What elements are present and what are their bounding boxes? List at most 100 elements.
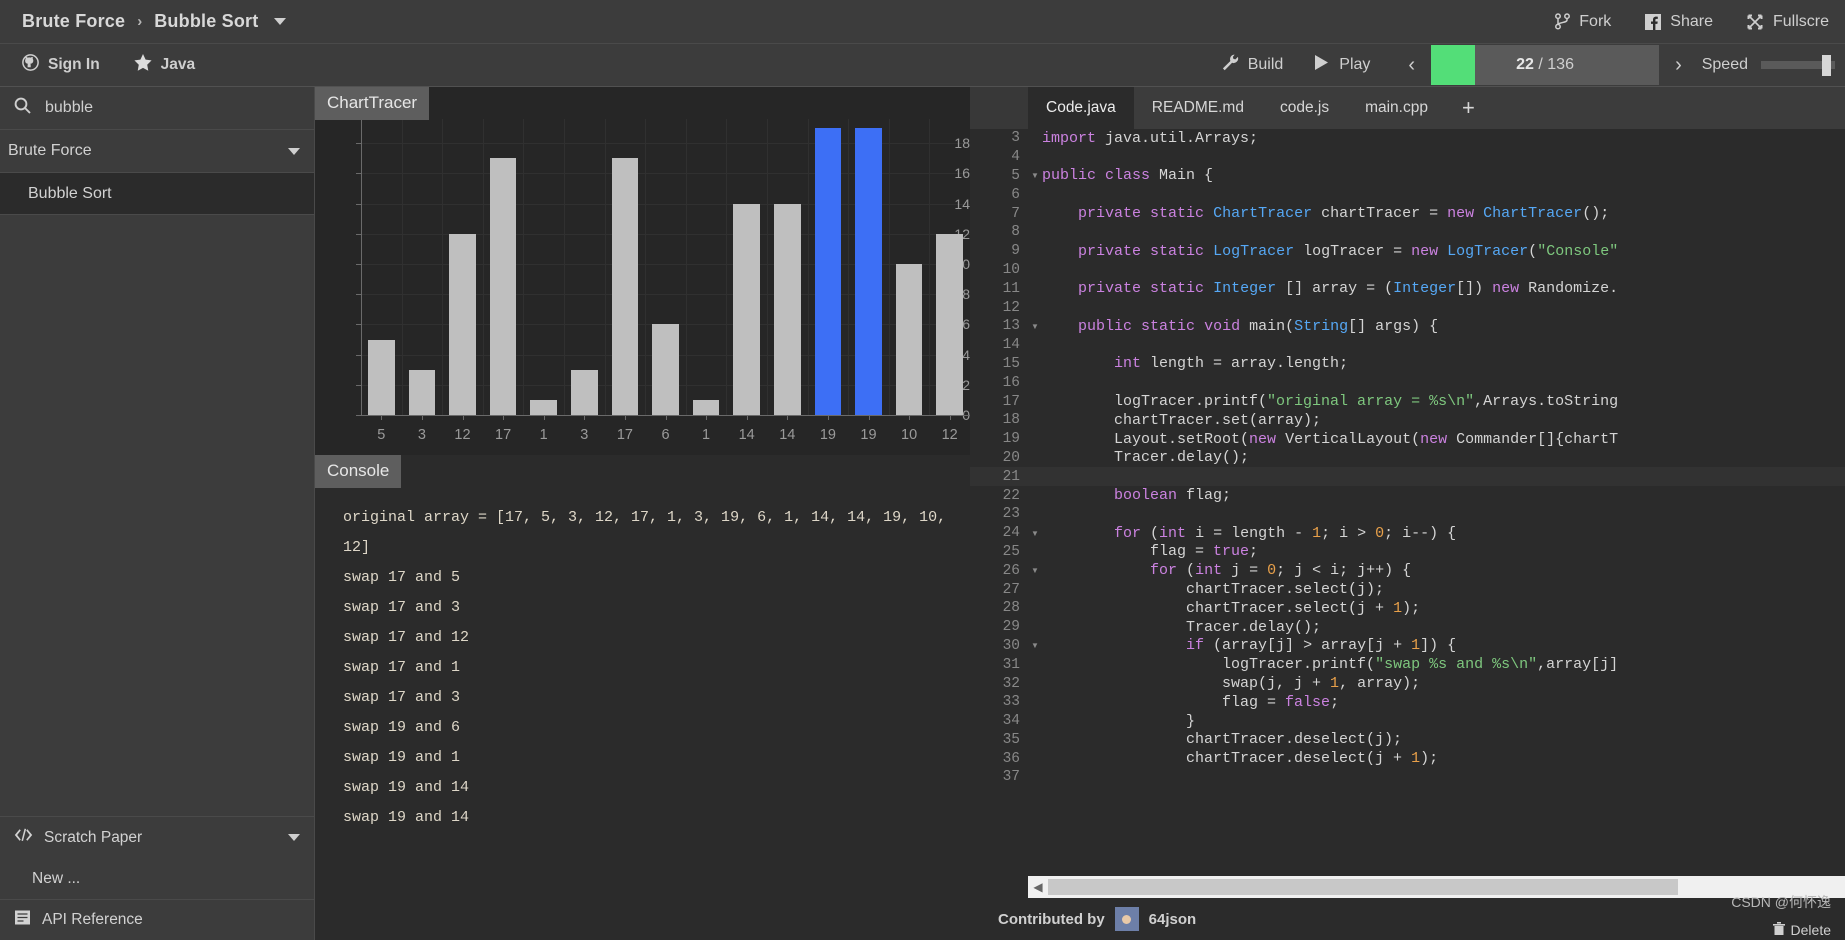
editor-tab-code-java[interactable]: Code.java [1028,87,1134,129]
code-line[interactable]: 5 ▼ public class Main { [970,167,1845,186]
chart-bar[interactable] [652,324,679,415]
speed-slider-knob[interactable] [1822,55,1831,76]
chart-bar[interactable] [530,399,558,415]
code-line[interactable]: 32 swap(j, j + 1, array); [970,674,1845,693]
code-line[interactable]: 12 [970,298,1845,317]
search-input[interactable]: bubble [45,99,93,117]
chart-bar[interactable] [408,369,436,415]
sidebar-item-api-reference[interactable]: API Reference [0,899,314,940]
code-text: chartTracer.select(j + 1); [1042,599,1421,617]
next-step-button[interactable]: › [1667,54,1690,77]
chart-bar[interactable] [855,128,882,415]
chart-bar[interactable] [489,158,517,415]
prev-step-button[interactable]: ‹ [1400,54,1423,77]
code-line[interactable]: 10 [970,261,1845,280]
code-line[interactable]: 16 [970,373,1845,392]
search-row[interactable]: bubble [0,87,314,130]
chevron-down-icon[interactable] [288,834,300,841]
code-line[interactable]: 3 import java.util.Arrays; [970,129,1845,148]
chart-bar[interactable] [936,233,964,415]
delete-button[interactable]: Delete [1772,922,1831,938]
scrollbar-thumb[interactable] [1048,879,1678,895]
code-line[interactable]: 6 [970,185,1845,204]
step-progress[interactable]: 22 / 136 [1431,45,1660,85]
bar-chart[interactable]: 024681012141618531217131761141419191012 [315,111,971,455]
code-line[interactable]: 30 ▼ if (array[j] > array[j + 1]) { [970,637,1845,656]
fold-toggle-icon[interactable]: ▼ [1028,641,1042,650]
code-line[interactable]: 23 [970,505,1845,524]
code-line[interactable]: 37 [970,768,1845,787]
chart-bar[interactable] [367,339,395,415]
code-content[interactable]: 3 import java.util.Arrays; 4 5 ▼ public class… [970,129,1845,940]
code-line[interactable]: 13 ▼ public static void main(String[] arg… [970,317,1845,336]
code-text: chartTracer.select(j); [1042,581,1385,599]
code-line[interactable]: 19 Layout.setRoot(new VerticalLayout(new… [970,430,1845,449]
fold-toggle-icon[interactable]: ▼ [1028,171,1042,180]
editor-tab-main-cpp[interactable]: main.cpp [1347,87,1446,129]
fork-button[interactable]: Fork [1555,13,1611,31]
breadcrumb-category[interactable]: Brute Force [22,11,125,32]
breadcrumb: Brute Force › Bubble Sort [0,11,287,32]
code-line[interactable]: 35 chartTracer.deselect(j); [970,731,1845,750]
line-number: 15 [970,355,1028,372]
fold-toggle-icon[interactable]: ▼ [1028,529,1042,538]
add-tab-button[interactable]: + [1446,87,1491,129]
code-line[interactable]: 14 [970,336,1845,355]
code-line[interactable]: 18 chartTracer.set(array); [970,411,1845,430]
code-line[interactable]: 8 [970,223,1845,242]
sidebar-item-scratch-paper[interactable]: Scratch Paper [0,817,314,858]
code-line[interactable]: 29 Tracer.delay(); [970,618,1845,637]
fullscreen-button[interactable]: Fullscre [1747,13,1829,31]
code-line[interactable]: 7 private static ChartTracer chartTracer… [970,204,1845,223]
build-button[interactable]: Build [1222,54,1283,76]
chart-bar[interactable] [733,203,761,415]
line-number: 35 [970,731,1028,748]
speed-slider[interactable] [1761,55,1835,76]
code-line[interactable]: 34 } [970,712,1845,731]
code-line[interactable]: 27 chartTracer.select(j); [970,580,1845,599]
code-line[interactable]: 22 boolean flag; [970,486,1845,505]
code-line[interactable]: 9 private static LogTracer logTracer = n… [970,242,1845,261]
line-number: 16 [970,374,1028,391]
horizontal-scrollbar[interactable]: ◀ [1028,876,1845,898]
chart-bar[interactable] [895,263,923,415]
sign-in-button[interactable]: Sign In [22,54,100,76]
fold-toggle-icon[interactable]: ▼ [1028,322,1042,331]
sidebar-item-bubble-sort[interactable]: Bubble Sort [0,173,314,215]
chevron-down-icon[interactable] [274,18,287,25]
chart-bar[interactable] [570,369,598,415]
code-line[interactable]: 4 [970,148,1845,167]
editor-tab-readme-md[interactable]: README.md [1133,87,1262,129]
sidebar-category-brute-force[interactable]: Brute Force [0,130,314,173]
chart-bar[interactable] [814,128,842,415]
code-line[interactable]: 26 ▼ for (int j = 0; j < i; j++) { [970,561,1845,580]
language-button[interactable]: Java [134,54,195,76]
code-line[interactable]: 21 [970,467,1845,487]
scroll-left-icon[interactable]: ◀ [1028,880,1048,894]
chevron-down-icon[interactable] [288,147,300,155]
code-line[interactable]: 33 flag = false; [970,693,1845,712]
contributor-name[interactable]: 64json [1149,911,1197,928]
play-button[interactable]: Play [1313,54,1370,76]
code-line[interactable]: 15 int length = array.length; [970,355,1845,374]
code-line[interactable]: 31 logTracer.printf("swap %s and %s\n",a… [970,655,1845,674]
code-line[interactable]: 24 ▼ for (int i = length - 1; i > 0; i--)… [970,524,1845,543]
visualization-panel: ChartTracer 0246810121416185312171317611… [315,87,971,940]
chart-bar[interactable] [449,233,476,415]
chart-bar[interactable] [692,399,720,415]
fold-toggle-icon[interactable]: ▼ [1028,566,1042,575]
chart-bar[interactable] [611,158,639,415]
breadcrumb-algorithm[interactable]: Bubble Sort [154,11,258,32]
code-line[interactable]: 17 logTracer.printf("original array = %s… [970,392,1845,411]
code-line[interactable]: 11 private static Integer [] array = (In… [970,279,1845,298]
line-number: 26 [970,562,1028,579]
chart-bar[interactable] [773,203,801,415]
code-line[interactable]: 28 chartTracer.select(j + 1); [970,599,1845,618]
code-line[interactable]: 20 Tracer.delay(); [970,449,1845,468]
sidebar-item-new[interactable]: New ... [0,858,314,899]
editor-tab-code-js[interactable]: code.js [1261,87,1348,129]
code-line[interactable]: 36 chartTracer.deselect(j + 1); [970,749,1845,768]
share-button[interactable]: Share [1645,13,1713,31]
code-line[interactable]: 25 flag = true; [970,543,1845,562]
